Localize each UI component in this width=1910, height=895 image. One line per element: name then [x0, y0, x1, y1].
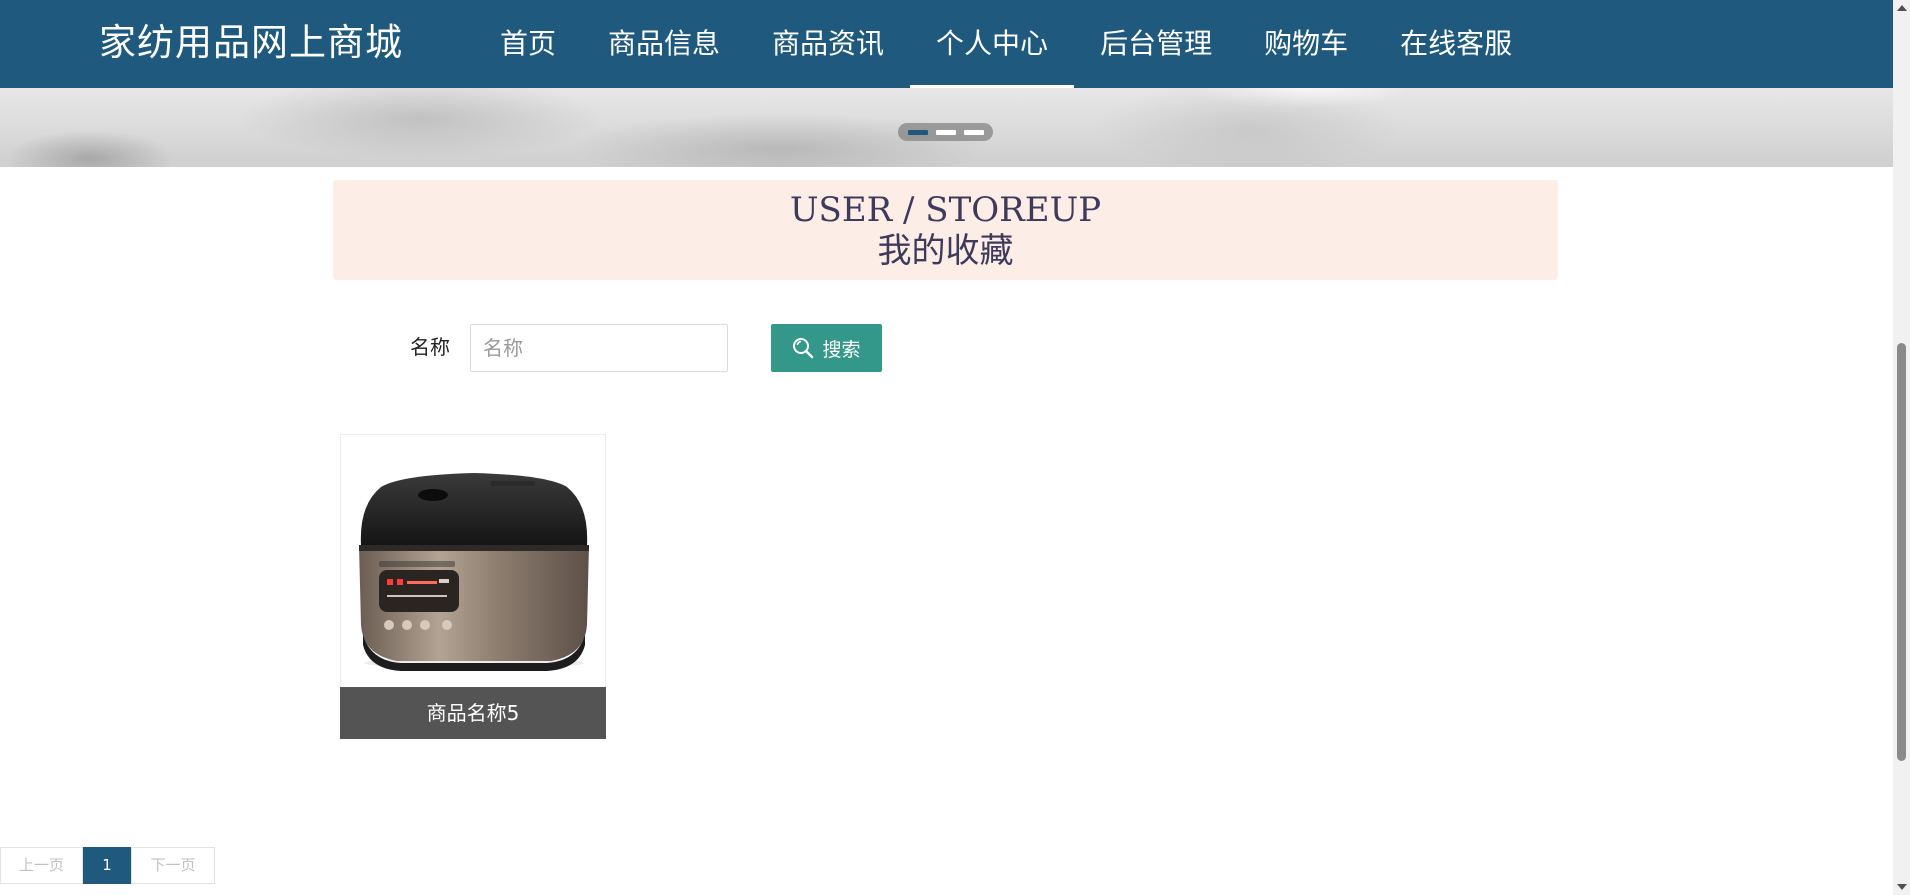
banner-carousel	[0, 88, 1893, 167]
page: 家纺用品网上商城 首页 商品信息 商品资讯 个人中心 后台管理 购物车 在线客服…	[0, 0, 1910, 895]
main-nav: 首页 商品信息 商品资讯 个人中心 后台管理 购物车 在线客服	[474, 0, 1538, 88]
product-image[interactable]	[341, 435, 605, 686]
nav-item-user-center[interactable]: 个人中心	[910, 0, 1075, 88]
carousel-indicators	[898, 123, 993, 141]
section-title-cn: 我的收藏	[877, 231, 1014, 271]
carousel-dot-1[interactable]	[907, 129, 928, 135]
nav-item-news[interactable]: 商品资讯	[746, 0, 910, 88]
nav-item-cart[interactable]: 购物车	[1238, 0, 1374, 88]
page-number-button[interactable]: 1	[83, 847, 131, 884]
rice-cooker-image	[359, 473, 589, 671]
scroll-up-arrow-icon[interactable]	[1897, 5, 1907, 11]
prev-page-button[interactable]: 上一页	[0, 847, 83, 884]
nav-item-customer-service[interactable]: 在线客服	[1374, 0, 1538, 88]
search-name-input[interactable]	[470, 324, 728, 372]
next-page-button[interactable]: 下一页	[131, 847, 215, 884]
favorite-item-card[interactable]: 商品名称5	[340, 434, 606, 739]
scroll-down-arrow-icon[interactable]	[1897, 884, 1907, 890]
nav-item-products[interactable]: 商品信息	[582, 0, 746, 88]
carousel-dot-3[interactable]	[963, 129, 984, 135]
nav-item-admin[interactable]: 后台管理	[1074, 0, 1238, 88]
carousel-dot-2[interactable]	[935, 129, 956, 135]
top-navigation-bar: 家纺用品网上商城 首页 商品信息 商品资讯 个人中心 后台管理 购物车 在线客服	[0, 0, 1893, 88]
search-name-label: 名称	[410, 335, 450, 359]
section-title-panel: USER / STOREUP 我的收藏	[333, 180, 1558, 280]
search-icon	[792, 337, 814, 359]
product-name[interactable]: 商品名称5	[340, 687, 606, 739]
scrollbar-thumb[interactable]	[1897, 343, 1906, 761]
section-title-en: USER / STOREUP	[789, 190, 1102, 230]
vertical-scrollbar[interactable]	[1893, 0, 1910, 895]
pagination: 上一页 1 下一页	[0, 847, 215, 884]
search-button[interactable]: 搜索	[771, 324, 882, 372]
site-brand[interactable]: 家纺用品网上商城	[99, 21, 403, 65]
nav-item-home[interactable]: 首页	[474, 0, 582, 88]
search-button-label: 搜索	[822, 338, 861, 361]
